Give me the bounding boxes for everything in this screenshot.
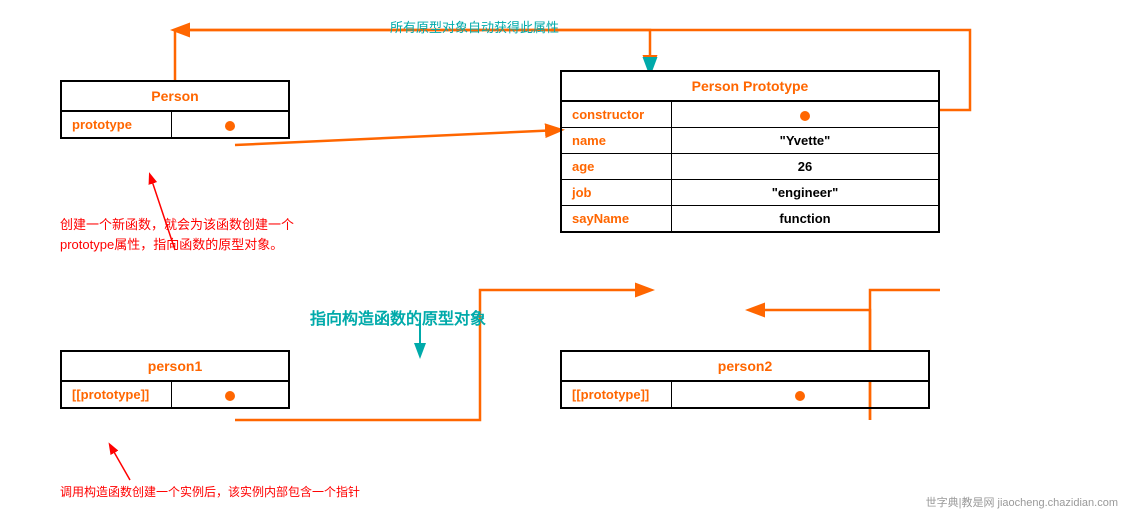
job-value: "engineer" [672, 180, 938, 205]
person-prototype-label: prototype [62, 112, 172, 137]
person1-box-title: person1 [62, 352, 288, 382]
person2-prototype-value [672, 382, 928, 407]
person2-prototype-dot [795, 391, 805, 401]
constructor-row: constructor [562, 102, 938, 128]
person-prototype-row: prototype [62, 112, 288, 137]
person-prototype-dot [225, 121, 235, 131]
person-box: Person prototype [60, 80, 290, 139]
name-label: name [562, 128, 672, 153]
person2-prototype-row: [[prototype]] [562, 382, 928, 407]
person-prototype-value [172, 112, 288, 137]
left-annotation: 创建一个新函数，就会为该函数创建一个 prototype属性，指向函数的原型对象… [60, 215, 294, 254]
constructor-label: constructor [562, 102, 672, 127]
age-label: age [562, 154, 672, 179]
sayname-value: function [672, 206, 938, 231]
job-label: job [562, 180, 672, 205]
constructor-value [672, 102, 938, 127]
sayname-row: sayName function [562, 206, 938, 231]
person1-prototype-dot [225, 391, 235, 401]
person2-box: person2 [[prototype]] [560, 350, 930, 409]
person1-prototype-value [172, 382, 288, 407]
name-value: "Yvette" [672, 128, 938, 153]
top-annotation: 所有原型对象自动获得此属性 [390, 18, 559, 38]
bottom-annotation: 调用构造函数创建一个实例后，该实例内部包含一个指针 [60, 483, 360, 501]
sayname-label: sayName [562, 206, 672, 231]
person1-box: person1 [[prototype]] [60, 350, 290, 409]
constructor-dot [800, 111, 810, 121]
person-box-title: Person [62, 82, 288, 112]
age-row: age 26 [562, 154, 938, 180]
person1-prototype-label: [[prototype]] [62, 382, 172, 407]
diagram-container: Person prototype Person Prototype constr… [0, 0, 1128, 515]
job-row: job "engineer" [562, 180, 938, 206]
name-row: name "Yvette" [562, 128, 938, 154]
middle-annotation: 指向构造函数的原型对象 [310, 308, 486, 332]
prototype-box: Person Prototype constructor name "Yvett… [560, 70, 940, 233]
person2-box-title: person2 [562, 352, 928, 382]
person1-prototype-row: [[prototype]] [62, 382, 288, 407]
age-value: 26 [672, 154, 938, 179]
prototype-box-title: Person Prototype [562, 72, 938, 102]
watermark: 世字典|教是网 jiaocheng.chazidian.com [926, 494, 1118, 510]
person2-prototype-label: [[prototype]] [562, 382, 672, 407]
